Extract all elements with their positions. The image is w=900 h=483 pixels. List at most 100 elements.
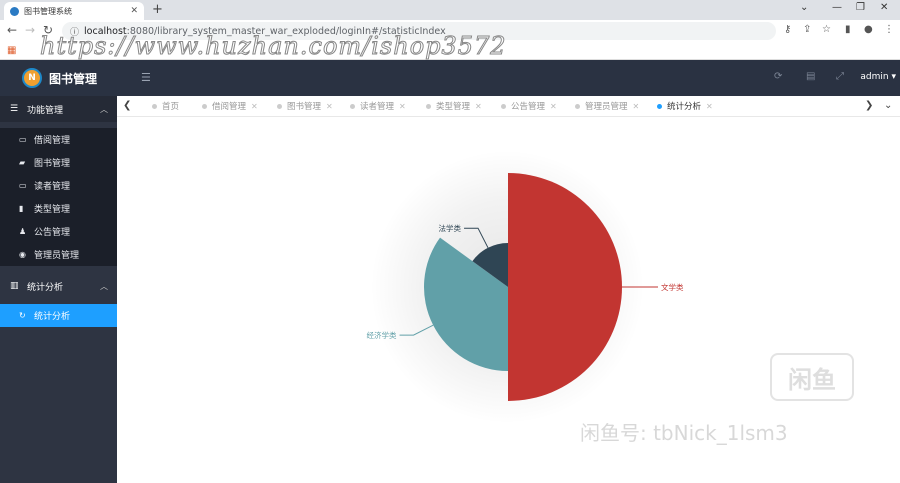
app-header: N 图书管理 ☰ ⟳ ▤ ⤢ admin ▾ (0, 60, 900, 96)
share-icon[interactable]: ⇪ (803, 24, 811, 35)
sidebar-item-label: 类型管理 (34, 205, 71, 215)
slice-label-2: 法学类 (439, 223, 462, 233)
sidebar-item-notices[interactable]: ♟ 公告管理 (0, 220, 117, 243)
close-icon[interactable]: ✕ (550, 102, 557, 111)
close-tab-icon[interactable]: ✕ (130, 6, 138, 16)
browser-tab[interactable]: 图书管理系统 ✕ (4, 2, 144, 20)
content-area: 文学类 经济学类 法学类 闲鱼 闲鱼号: tbNick_1lsm3 (117, 117, 900, 483)
tabs-scroll-right-icon[interactable]: ❯ (865, 100, 873, 111)
label-line-2 (464, 227, 489, 249)
tab-dot (575, 103, 580, 109)
tab-dot (501, 103, 506, 109)
tab-dot (277, 103, 282, 109)
close-icon[interactable]: ✕ (251, 102, 258, 111)
tab-dot (152, 103, 157, 109)
tab-label: 管理员管理 (585, 102, 628, 112)
star-icon[interactable]: ☆ (822, 24, 831, 35)
sidebar-item-books[interactable]: ▰ 图书管理 (0, 151, 117, 174)
tab-types[interactable]: 类型管理 ✕ (426, 100, 482, 112)
close-icon[interactable]: ✕ (326, 102, 333, 111)
notes-icon[interactable]: ▤ (806, 71, 815, 82)
tab-dot (350, 103, 355, 109)
bell-icon: ♟ (19, 227, 27, 236)
sidebar-group-label: 功能管理 (27, 105, 64, 116)
refresh-icon[interactable]: ⟳ (774, 71, 782, 82)
sidebar-item-statistics[interactable]: ↻ 统计分析 (0, 304, 117, 327)
menu-toggle-icon[interactable]: ☰ (141, 71, 151, 84)
forward-icon[interactable]: → (25, 23, 35, 37)
logo-icon: N (22, 68, 42, 88)
sidebar-item-label: 图书管理 (34, 159, 71, 169)
label-line-1 (399, 324, 434, 336)
sidebar-item-types[interactable]: ▮ 类型管理 (0, 197, 117, 220)
key-icon[interactable]: ⚷ (784, 24, 791, 35)
tab-admins[interactable]: 管理员管理 ✕ (575, 100, 639, 112)
close-icon[interactable]: ✕ (399, 102, 406, 111)
tabs-dropdown-icon[interactable]: ⌄ (884, 100, 892, 111)
tab-label: 借阅管理 (212, 102, 247, 112)
tab-notices[interactable]: 公告管理 ✕ (501, 100, 557, 112)
tab-label: 统计分析 (667, 102, 702, 112)
fullscreen-icon[interactable]: ⤢ (836, 71, 844, 82)
card-icon: ▭ (19, 181, 27, 190)
list-icon: ☰ (10, 104, 19, 114)
watermark-url: https://www.huzhan.com/ishop3572 (40, 32, 507, 61)
bar-chart-icon: ▥ (10, 281, 19, 291)
tab-books[interactable]: 图书管理 ✕ (277, 100, 333, 112)
sidebar-group-function[interactable]: ☰ 功能管理 ︿ (0, 96, 117, 122)
close-icon[interactable]: ✕ (633, 102, 640, 111)
rose-slice-0[interactable] (508, 173, 622, 401)
tab-label: 图书管理 (287, 102, 322, 112)
brand-title: 图书管理 (49, 71, 98, 86)
page-tabs: ❮ 首页 借阅管理 ✕ 图书管理 ✕ 读者管理 ✕ 类型管理 ✕ 公告管理 ✕ 管理员管理… (117, 96, 900, 117)
watermark-logo: 闲鱼 (770, 353, 854, 401)
sidebar-item-label: 统计分析 (34, 312, 71, 322)
sidebar-item-label: 读者管理 (34, 182, 71, 192)
close-window-icon[interactable]: ✕ (880, 2, 888, 13)
sidebar-item-admins[interactable]: ◉ 管理员管理 (0, 243, 117, 266)
browser-tab-strip: 图书管理系统 ✕ + ⌄ — ❐ ✕ (0, 0, 900, 20)
back-icon[interactable]: ← (7, 23, 17, 37)
tabs-scroll-left-icon[interactable]: ❮ (123, 100, 131, 111)
slice-label-1: 经济学类 (367, 330, 397, 340)
favicon-icon (10, 6, 19, 16)
sidebar-group-statistics[interactable]: ▥ 统计分析 ︿ (0, 273, 117, 299)
brand[interactable]: N 图书管理 (0, 60, 117, 96)
user-name: admin (860, 72, 889, 82)
menu-icon[interactable]: ⋮ (884, 24, 894, 35)
book-icon: ▰ (19, 158, 26, 167)
sidebar-item-label: 借阅管理 (34, 136, 71, 146)
close-icon[interactable]: ✕ (706, 102, 713, 111)
tab-dot (426, 103, 431, 109)
tab-home[interactable]: 首页 (152, 100, 179, 112)
sidebar-item-label: 公告管理 (34, 228, 71, 238)
sidebar-item-readers[interactable]: ▭ 读者管理 (0, 174, 117, 197)
tab-borrow[interactable]: 借阅管理 ✕ (202, 100, 258, 112)
close-icon[interactable]: ✕ (475, 102, 482, 111)
tab-search-icon[interactable]: ⌄ (800, 2, 808, 13)
tab-dot (657, 103, 662, 109)
apps-icon[interactable]: ▦ (7, 45, 16, 56)
slice-label-0: 文学类 (661, 282, 684, 292)
sidepanel-icon[interactable]: ▮ (845, 24, 851, 35)
sidebar: ☰ 功能管理 ︿ ▭ 借阅管理 ▰ 图书管理 ▭ 读者管理 ▮ 类型管理 ♟ 公… (0, 96, 117, 483)
profile-icon[interactable]: ● (864, 24, 873, 35)
browser-tab-title: 图书管理系统 (24, 6, 72, 16)
sidebar-group-label: 统计分析 (27, 282, 64, 293)
tab-dot (202, 103, 207, 109)
chevron-up-icon: ︿ (100, 104, 108, 114)
tab-label: 读者管理 (360, 102, 395, 112)
user-menu[interactable]: admin ▾ (860, 72, 896, 82)
file-icon: ▮ (19, 204, 24, 213)
new-tab-icon[interactable]: + (152, 2, 163, 17)
tab-statistics[interactable]: 统计分析 ✕ (657, 100, 713, 112)
minimize-icon[interactable]: — (832, 2, 842, 13)
sidebar-item-borrow[interactable]: ▭ 借阅管理 (0, 128, 117, 151)
tab-readers[interactable]: 读者管理 ✕ (350, 100, 406, 112)
maximize-icon[interactable]: ❐ (856, 2, 865, 13)
sidebar-item-label: 管理员管理 (34, 251, 80, 261)
refresh-icon: ↻ (19, 311, 26, 320)
tab-label: 类型管理 (436, 102, 471, 112)
chevron-up-icon: ︿ (100, 281, 108, 291)
window-icon: ▭ (19, 135, 27, 144)
